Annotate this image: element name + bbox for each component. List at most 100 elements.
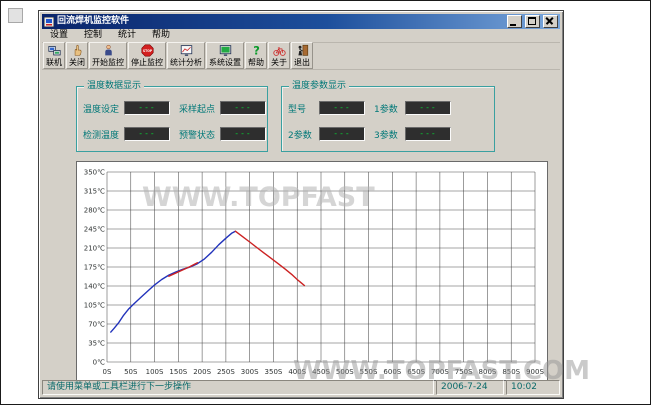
toolbar-button-connect[interactable]: 联机	[43, 42, 65, 69]
svg-text:70℃: 70℃	[88, 321, 105, 329]
toolbar-label: 停止监控	[131, 58, 163, 67]
field-label: 1参数	[374, 102, 402, 115]
close-button[interactable]	[543, 15, 558, 28]
menu-bar: 设置 控制 统计 帮助	[42, 29, 560, 43]
person-icon	[102, 44, 115, 57]
field-measured-temperature: 检测温度 ---	[83, 127, 170, 141]
svg-text:700S: 700S	[431, 368, 449, 376]
app-icon	[44, 17, 54, 27]
menu-control[interactable]: 控制	[76, 29, 110, 42]
status-date: 2006-7-24	[436, 380, 504, 395]
toolbar-button-system-settings[interactable]: 系统设置	[206, 42, 244, 69]
svg-text:0℃: 0℃	[93, 359, 105, 367]
field-model: 型号 ---	[288, 101, 365, 115]
menu-help[interactable]: 帮助	[144, 29, 178, 42]
toolbar-label: 帮助	[248, 58, 264, 67]
svg-text:200S: 200S	[193, 368, 211, 376]
field-label: 预警状态	[179, 128, 217, 141]
field-param-1: 1参数 ---	[374, 101, 451, 115]
lcd-param-1: ---	[405, 101, 451, 115]
lcd-sampling-start: ---	[220, 101, 266, 115]
hand-icon	[71, 44, 84, 57]
field-label: 型号	[288, 102, 316, 115]
toolbar-label: 系统设置	[209, 58, 241, 67]
toolbar-label: 开始监控	[92, 58, 124, 67]
toolbar-button-disconnect[interactable]: 关闭	[66, 42, 88, 69]
field-alarm-status: 预警状态 ---	[179, 127, 266, 141]
toolbar-label: 联机	[46, 58, 62, 67]
statistics-chart-icon	[180, 44, 193, 57]
svg-text:300S: 300S	[241, 368, 259, 376]
svg-text:140℃: 140℃	[84, 283, 105, 291]
field-label: 2参数	[288, 128, 316, 141]
stop-sign-icon: STOP	[141, 44, 154, 57]
svg-text:600S: 600S	[383, 368, 401, 376]
svg-text:350S: 350S	[265, 368, 283, 376]
svg-text:175℃: 175℃	[84, 264, 105, 272]
field-label: 温度设定	[83, 102, 121, 115]
field-label: 检测温度	[83, 128, 121, 141]
svg-text:50S: 50S	[124, 368, 138, 376]
lcd-measured-temperature: ---	[124, 127, 170, 141]
svg-text:245℃: 245℃	[84, 226, 105, 234]
svg-text:650S: 650S	[407, 368, 425, 376]
svg-text:100S: 100S	[146, 368, 164, 376]
corner-artifact	[8, 8, 23, 23]
menu-statistics[interactable]: 统计	[110, 29, 144, 42]
toolbar-label: 统计分析	[170, 58, 202, 67]
toolbar-button-exit[interactable]: 退出	[291, 42, 313, 69]
svg-text:550S: 550S	[360, 368, 378, 376]
panel-title: 温度参数显示	[289, 81, 349, 92]
field-label: 3参数	[374, 128, 402, 141]
toolbar-button-stop-monitor[interactable]: STOP 停止监控	[128, 42, 166, 69]
svg-text:500S: 500S	[336, 368, 354, 376]
lcd-temperature-setting: ---	[124, 101, 170, 115]
lcd-param-2: ---	[319, 127, 365, 141]
svg-text:?: ?	[253, 44, 260, 57]
lcd-param-3: ---	[405, 127, 451, 141]
svg-text:850S: 850S	[502, 368, 520, 376]
status-time: 10:02	[506, 380, 560, 395]
screenshot-canvas: 回流焊机监控软件 设置 控制 统计 帮助 联机	[0, 0, 651, 405]
temperature-profile-plot: 0S50S100S150S200S250S300S350S400S450S500…	[77, 162, 545, 378]
field-param-2: 2参数 ---	[288, 127, 365, 141]
maximize-button[interactable]	[525, 15, 540, 28]
svg-text:750S: 750S	[455, 368, 473, 376]
app-window: 回流焊机监控软件 设置 控制 统计 帮助 联机	[38, 10, 564, 399]
svg-text:315℃: 315℃	[84, 188, 105, 196]
temperature-params-panel: 温度参数显示 型号 --- 1参数 --- 2参数 ---	[281, 86, 495, 152]
toolbar-label: 关于	[271, 58, 287, 67]
temperature-chart: 0S50S100S150S200S250S300S350S400S450S500…	[76, 161, 548, 381]
menu-settings[interactable]: 设置	[42, 29, 76, 42]
maximize-icon	[528, 17, 536, 25]
toolbar-label: 退出	[294, 58, 310, 67]
svg-text:210℃: 210℃	[84, 245, 105, 253]
toolbar-button-help[interactable]: ? 帮助	[245, 42, 267, 69]
window-title: 回流焊机监控软件	[57, 14, 504, 29]
toolbar-button-start-monitor[interactable]: 开始监控	[89, 42, 127, 69]
field-sampling-start: 采样起点 ---	[179, 101, 266, 115]
lcd-alarm-status: ---	[220, 127, 266, 141]
toolbar: 联机 关闭 开始监控 STOP 停止监控	[42, 42, 560, 70]
status-bar: 请使用菜单或工具栏进行下一步操作 2006-7-24 10:02	[42, 380, 560, 395]
toolbar-label: 关闭	[69, 58, 85, 67]
help-question-icon: ?	[250, 44, 263, 57]
field-label: 采样起点	[179, 102, 217, 115]
system-settings-icon	[219, 44, 232, 57]
field-param-3: 3参数 ---	[374, 127, 451, 141]
svg-text:STOP: STOP	[142, 49, 152, 53]
minimize-button[interactable]	[507, 15, 522, 28]
svg-text:35℃: 35℃	[88, 340, 105, 348]
title-bar[interactable]: 回流焊机监控软件	[42, 14, 560, 29]
field-temperature-setting: 温度设定 ---	[83, 101, 170, 115]
svg-text:280℃: 280℃	[84, 207, 105, 215]
lcd-model: ---	[319, 101, 365, 115]
svg-text:350℃: 350℃	[84, 169, 105, 177]
svg-text:800S: 800S	[479, 368, 497, 376]
toolbar-button-about[interactable]: 关于	[268, 42, 290, 69]
svg-text:450S: 450S	[312, 368, 330, 376]
toolbar-button-statistics[interactable]: 统计分析	[167, 42, 205, 69]
minimize-icon	[510, 24, 516, 26]
status-message: 请使用菜单或工具栏进行下一步操作	[42, 380, 434, 395]
svg-text:900S: 900S	[526, 368, 544, 376]
